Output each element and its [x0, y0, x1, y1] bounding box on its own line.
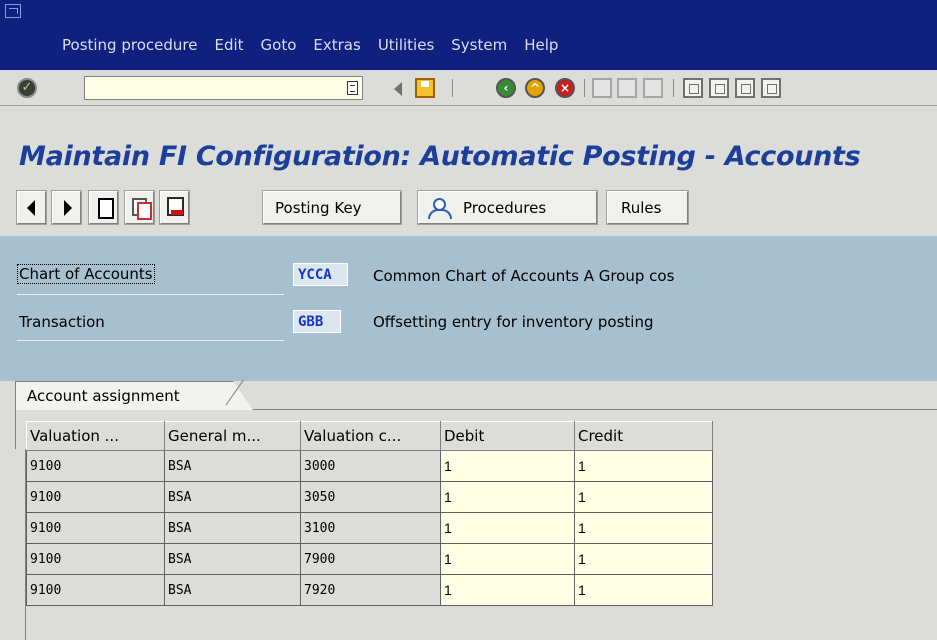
transaction-label: Transaction — [19, 313, 105, 331]
command-field[interactable] — [84, 76, 363, 100]
column-header-general-modification[interactable]: General m... — [164, 421, 301, 451]
cell-valuation-grouping: 9100 — [26, 450, 165, 482]
table-row[interactable]: 9100 BSA 3100 1 1 — [26, 512, 713, 544]
menu-extras[interactable]: Extras — [313, 36, 360, 54]
chart-of-accounts-label: Chart of Accounts — [17, 264, 155, 284]
table-row[interactable]: 9100 BSA 7920 1 1 — [26, 574, 713, 606]
application-toolbar: Posting Key Procedures Rules — [0, 178, 937, 236]
table-row[interactable]: 9100 BSA 3000 1 1 — [26, 450, 713, 482]
previous-page-icon[interactable] — [709, 78, 729, 98]
print-icon[interactable] — [592, 78, 612, 98]
cell-debit-input[interactable]: 1 — [440, 512, 575, 544]
cell-general-modification: BSA — [164, 543, 301, 575]
new-entries-button[interactable] — [88, 190, 119, 225]
next-page-icon[interactable] — [735, 78, 755, 98]
tab-label: Account assignment — [27, 387, 180, 405]
cell-valuation-grouping: 9100 — [26, 512, 165, 544]
cell-credit-input[interactable]: 1 — [574, 450, 713, 482]
cell-valuation-grouping: 9100 — [26, 481, 165, 513]
menu-goto[interactable]: Goto — [261, 36, 297, 54]
menu-utilities[interactable]: Utilities — [378, 36, 434, 54]
copy-as-button[interactable] — [124, 190, 155, 225]
cell-credit-input[interactable]: 1 — [574, 481, 713, 513]
tab-account-assignment[interactable]: Account assignment — [15, 381, 234, 410]
system-menu-icon[interactable] — [5, 4, 21, 18]
column-header-valuation-grouping[interactable]: Valuation ... — [26, 421, 165, 451]
previous-entry-button[interactable] — [16, 190, 47, 225]
account-assignment-table: Valuation ... General m... Valuation c..… — [26, 421, 716, 606]
chart-of-accounts-description: Common Chart of Accounts A Group cos — [373, 267, 675, 285]
cell-valuation-class: 7920 — [300, 574, 441, 606]
posting-key-button[interactable]: Posting Key — [262, 190, 402, 225]
delete-button[interactable] — [159, 190, 190, 225]
cell-valuation-class: 7900 — [300, 543, 441, 575]
person-icon — [428, 198, 452, 219]
rules-label: Rules — [621, 199, 662, 217]
chart-of-accounts-field: YCCA — [293, 263, 348, 286]
toolbar-separator — [673, 79, 674, 97]
cell-credit-input[interactable]: 1 — [574, 512, 713, 544]
column-header-valuation-class[interactable]: Valuation c... — [300, 421, 441, 451]
cell-valuation-grouping: 9100 — [26, 574, 165, 606]
save-icon[interactable] — [415, 78, 435, 98]
procedures-label: Procedures — [463, 199, 547, 217]
cell-valuation-class: 3000 — [300, 450, 441, 482]
cell-general-modification: BSA — [164, 450, 301, 482]
cell-general-modification: BSA — [164, 574, 301, 606]
toolbar-separator — [452, 79, 453, 97]
rules-button[interactable]: Rules — [606, 190, 689, 225]
cell-valuation-class: 3100 — [300, 512, 441, 544]
standard-toolbar: ✓ ‹ ^ × — [0, 70, 937, 106]
command-history-icon[interactable] — [347, 81, 358, 95]
menu-posting-procedure[interactable]: Posting procedure — [62, 36, 197, 54]
find-next-icon[interactable] — [643, 78, 663, 98]
menu-items: Posting procedure Edit Goto Extras Utili… — [62, 36, 575, 54]
exit-icon[interactable]: ^ — [525, 78, 545, 98]
cell-general-modification: BSA — [164, 512, 301, 544]
table-row[interactable]: 9100 BSA 7900 1 1 — [26, 543, 713, 575]
posting-key-label: Posting Key — [275, 199, 362, 217]
column-header-debit[interactable]: Debit — [440, 421, 575, 451]
toolbar-separator — [584, 79, 585, 97]
cell-credit-input[interactable]: 1 — [574, 574, 713, 606]
menu-edit[interactable]: Edit — [214, 36, 243, 54]
table-row[interactable]: 9100 BSA 3050 1 1 — [26, 481, 713, 513]
table-header: Valuation ... General m... Valuation c..… — [26, 421, 713, 451]
title-area: Maintain FI Configuration: Automatic Pos… — [0, 106, 937, 178]
menu-help[interactable]: Help — [524, 36, 558, 54]
cell-valuation-grouping: 9100 — [26, 543, 165, 575]
first-page-icon[interactable] — [683, 78, 703, 98]
transaction-field: GBB — [293, 310, 341, 333]
page-title: Maintain FI Configuration: Automatic Pos… — [19, 141, 861, 172]
cell-debit-input[interactable]: 1 — [440, 543, 575, 575]
cancel-icon[interactable]: × — [555, 78, 575, 98]
cell-credit-input[interactable]: 1 — [574, 543, 713, 575]
divider — [17, 340, 284, 341]
cell-valuation-class: 3050 — [300, 481, 441, 513]
cell-debit-input[interactable]: 1 — [440, 574, 575, 606]
find-icon[interactable] — [617, 78, 637, 98]
cell-general-modification: BSA — [164, 481, 301, 513]
divider — [17, 294, 284, 295]
last-page-icon[interactable] — [761, 78, 781, 98]
next-entry-button[interactable] — [51, 190, 82, 225]
cell-debit-input[interactable]: 1 — [440, 450, 575, 482]
menu-system[interactable]: System — [451, 36, 507, 54]
enter-icon[interactable]: ✓ — [17, 78, 37, 98]
procedures-button[interactable]: Procedures — [417, 190, 598, 225]
column-header-credit[interactable]: Credit — [574, 421, 713, 451]
transaction-description: Offsetting entry for inventory posting — [373, 313, 654, 331]
row-selector-column[interactable] — [15, 449, 26, 640]
back-icon[interactable] — [390, 78, 410, 98]
back-green-icon[interactable]: ‹ — [496, 78, 516, 98]
cell-debit-input[interactable]: 1 — [440, 481, 575, 513]
menu-bar: Posting procedure Edit Goto Extras Utili… — [0, 0, 937, 70]
header-section: Chart of Accounts YCCA Common Chart of A… — [0, 236, 937, 381]
tab-edge — [233, 381, 254, 410]
